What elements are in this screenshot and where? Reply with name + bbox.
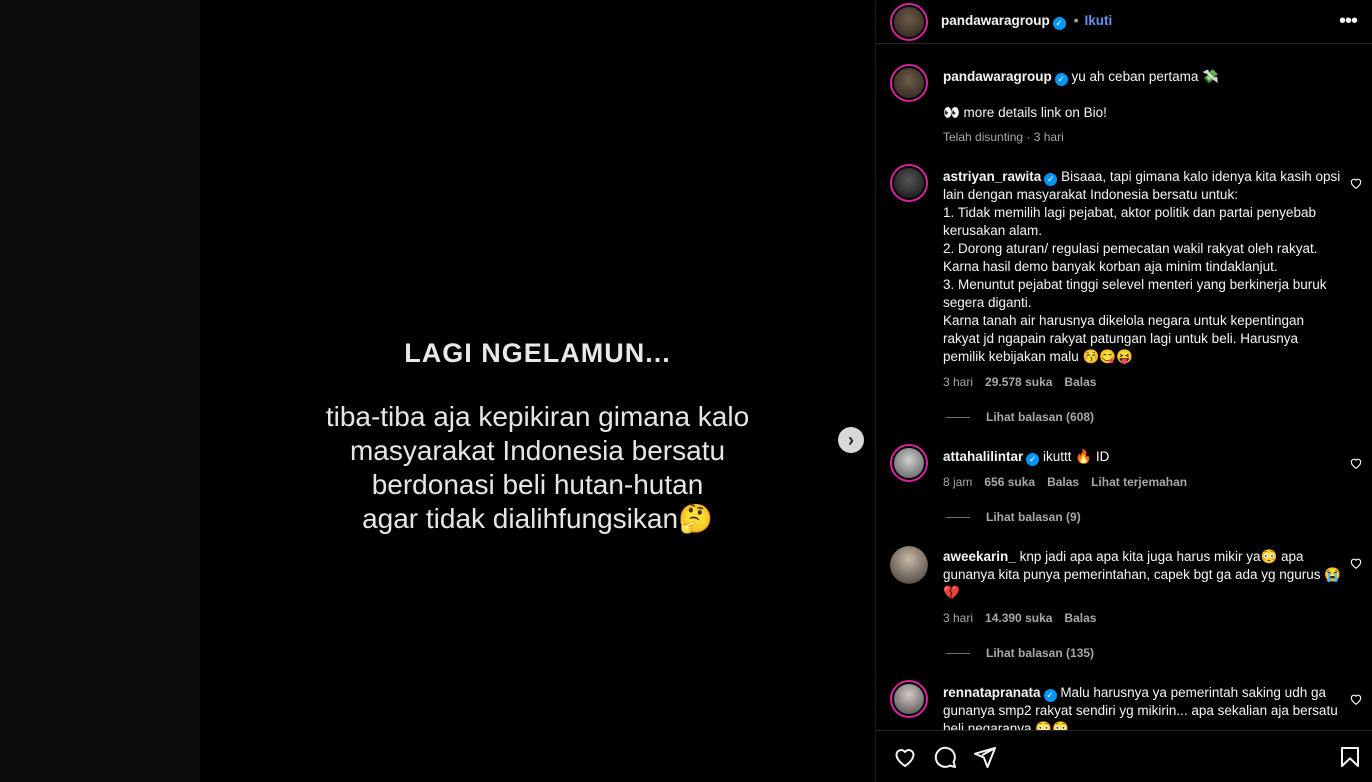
heart-icon[interactable] — [1349, 556, 1363, 570]
comment-line: 2. Dorong aturan/ regulasi pemecatan wak… — [943, 241, 1318, 274]
divider — [946, 517, 970, 519]
media-line: berdonasi beli hutan-hutan — [371, 469, 704, 500]
avatar[interactable] — [890, 546, 928, 584]
comment-username[interactable]: astriyan_rawita — [943, 169, 1041, 184]
comment-time: 8 jam — [943, 475, 973, 489]
avatar[interactable] — [890, 164, 928, 202]
caption-username[interactable]: pandawaragroup — [943, 69, 1052, 84]
comment-text: rennatapranata ✓ Malu harusnya ya pemerin… — [943, 684, 1343, 730]
caption-text: pandawaragroup ✓ yu ah ceban pertama 💸 — [943, 68, 1343, 86]
comment-username[interactable]: attahalilintar — [943, 449, 1023, 464]
view-replies[interactable]: Lihat balasan (135) — [946, 646, 1094, 660]
comment-text: attahalilintar ✓ ikuttt 🔥 ID — [943, 448, 1343, 466]
comment-likes[interactable]: 656 suka — [984, 475, 1035, 489]
media-title: LAGI NGELAMUN... — [404, 338, 671, 368]
share-icon[interactable] — [973, 745, 997, 769]
view-replies-label: Lihat balasan (608) — [986, 410, 1095, 424]
comment-time: 3 hari — [943, 611, 974, 625]
chevron-right-icon: › — [848, 429, 854, 450]
side-panel: pandawaragroup ✓ • Ikuti ••• pandawaragroup… — [875, 0, 1372, 782]
view-replies[interactable]: Lihat balasan (9) — [946, 510, 1081, 524]
backdrop — [0, 0, 200, 782]
header-username[interactable]: pandawaragroup — [941, 13, 1050, 28]
verified-icon: ✓ — [1043, 689, 1057, 702]
post-header: pandawaragroup ✓ • Ikuti ••• — [876, 0, 1372, 44]
comment-line: 3. Menuntut pejabat tinggi selevel mente… — [943, 277, 1327, 310]
avatar[interactable] — [890, 64, 928, 102]
heart-icon[interactable] — [893, 745, 917, 769]
header-user: pandawaragroup ✓ • Ikuti — [941, 13, 1112, 30]
comment-line: Karna tanah air harusnya dikelola negara… — [943, 313, 1305, 364]
reply-button[interactable]: Balas — [1064, 611, 1096, 625]
comment-text: astriyan_rawita ✓ Bisaaa, tapi gimana kal… — [943, 168, 1343, 366]
next-slide-button[interactable]: › — [838, 427, 864, 453]
view-replies[interactable]: Lihat balasan (608) — [946, 410, 1094, 424]
view-replies-label: Lihat balasan (9) — [986, 510, 1081, 524]
avatar[interactable] — [890, 3, 928, 41]
view-replies-label: Lihat balasan (135) — [986, 646, 1095, 660]
post-media: LAGI NGELAMUN... tiba-tiba aja kepikiran… — [200, 0, 875, 782]
caption-line2: 👀 more details link on Bio! — [943, 105, 1107, 120]
heart-icon[interactable] — [1349, 692, 1363, 706]
reply-button[interactable]: Balas — [1047, 475, 1079, 489]
comment-meta: 3 hari 29.578 suka Balas — [943, 375, 1108, 389]
comment-line: 1. Tidak memilih lagi pejabat, aktor pol… — [943, 205, 1316, 238]
verified-icon: ✓ — [1054, 73, 1068, 86]
follow-button[interactable]: Ikuti — [1085, 13, 1113, 28]
media-line: agar tidak dialihfungsikan🤔 — [362, 503, 713, 534]
comment-likes[interactable]: 29.578 suka — [985, 375, 1052, 389]
caption-body: yu ah ceban pertama 💸 — [1071, 69, 1219, 84]
divider — [946, 417, 970, 419]
verified-icon: ✓ — [1026, 453, 1040, 466]
comment-meta: 8 jam 656 suka Balas Lihat terjemahan — [943, 475, 1199, 489]
separator-dot: • — [1073, 13, 1079, 28]
comment-likes[interactable]: 14.390 suka — [985, 611, 1052, 625]
avatar[interactable] — [890, 444, 928, 482]
comment-body: ikuttt 🔥 ID — [1043, 449, 1110, 464]
caption-meta: Telah disunting · 3 hari — [943, 130, 1064, 144]
comment-time: 3 hari — [943, 375, 974, 389]
reply-button[interactable]: Balas — [1064, 375, 1096, 389]
verified-icon: ✓ — [1044, 173, 1058, 186]
comments-list[interactable]: pandawaragroup ✓ yu ah ceban pertama 💸 👀 … — [876, 44, 1372, 730]
divider — [946, 653, 970, 655]
action-bar — [876, 730, 1372, 782]
comment-icon[interactable] — [933, 745, 957, 769]
media-line: tiba-tiba aja kepikiran gimana kalo — [325, 401, 750, 432]
heart-icon[interactable] — [1349, 456, 1363, 470]
media-body: tiba-tiba aja kepikiran gimana kalo masy… — [200, 400, 875, 536]
media-line: masyarakat Indonesia bersatu — [349, 435, 726, 466]
comment-username[interactable]: aweekarin_ — [943, 549, 1016, 564]
comment-username[interactable]: rennatapranata — [943, 685, 1041, 700]
avatar[interactable] — [890, 680, 928, 718]
more-icon[interactable]: ••• — [1339, 10, 1358, 33]
translate-button[interactable]: Lihat terjemahan — [1091, 475, 1187, 489]
heart-icon[interactable] — [1349, 176, 1363, 190]
verified-icon: ✓ — [1052, 17, 1066, 30]
bookmark-icon[interactable] — [1338, 745, 1362, 769]
comment-meta: 3 hari 14.390 suka Balas — [943, 611, 1108, 625]
comment-text: aweekarin_ knp jadi apa apa kita juga ha… — [943, 548, 1343, 602]
